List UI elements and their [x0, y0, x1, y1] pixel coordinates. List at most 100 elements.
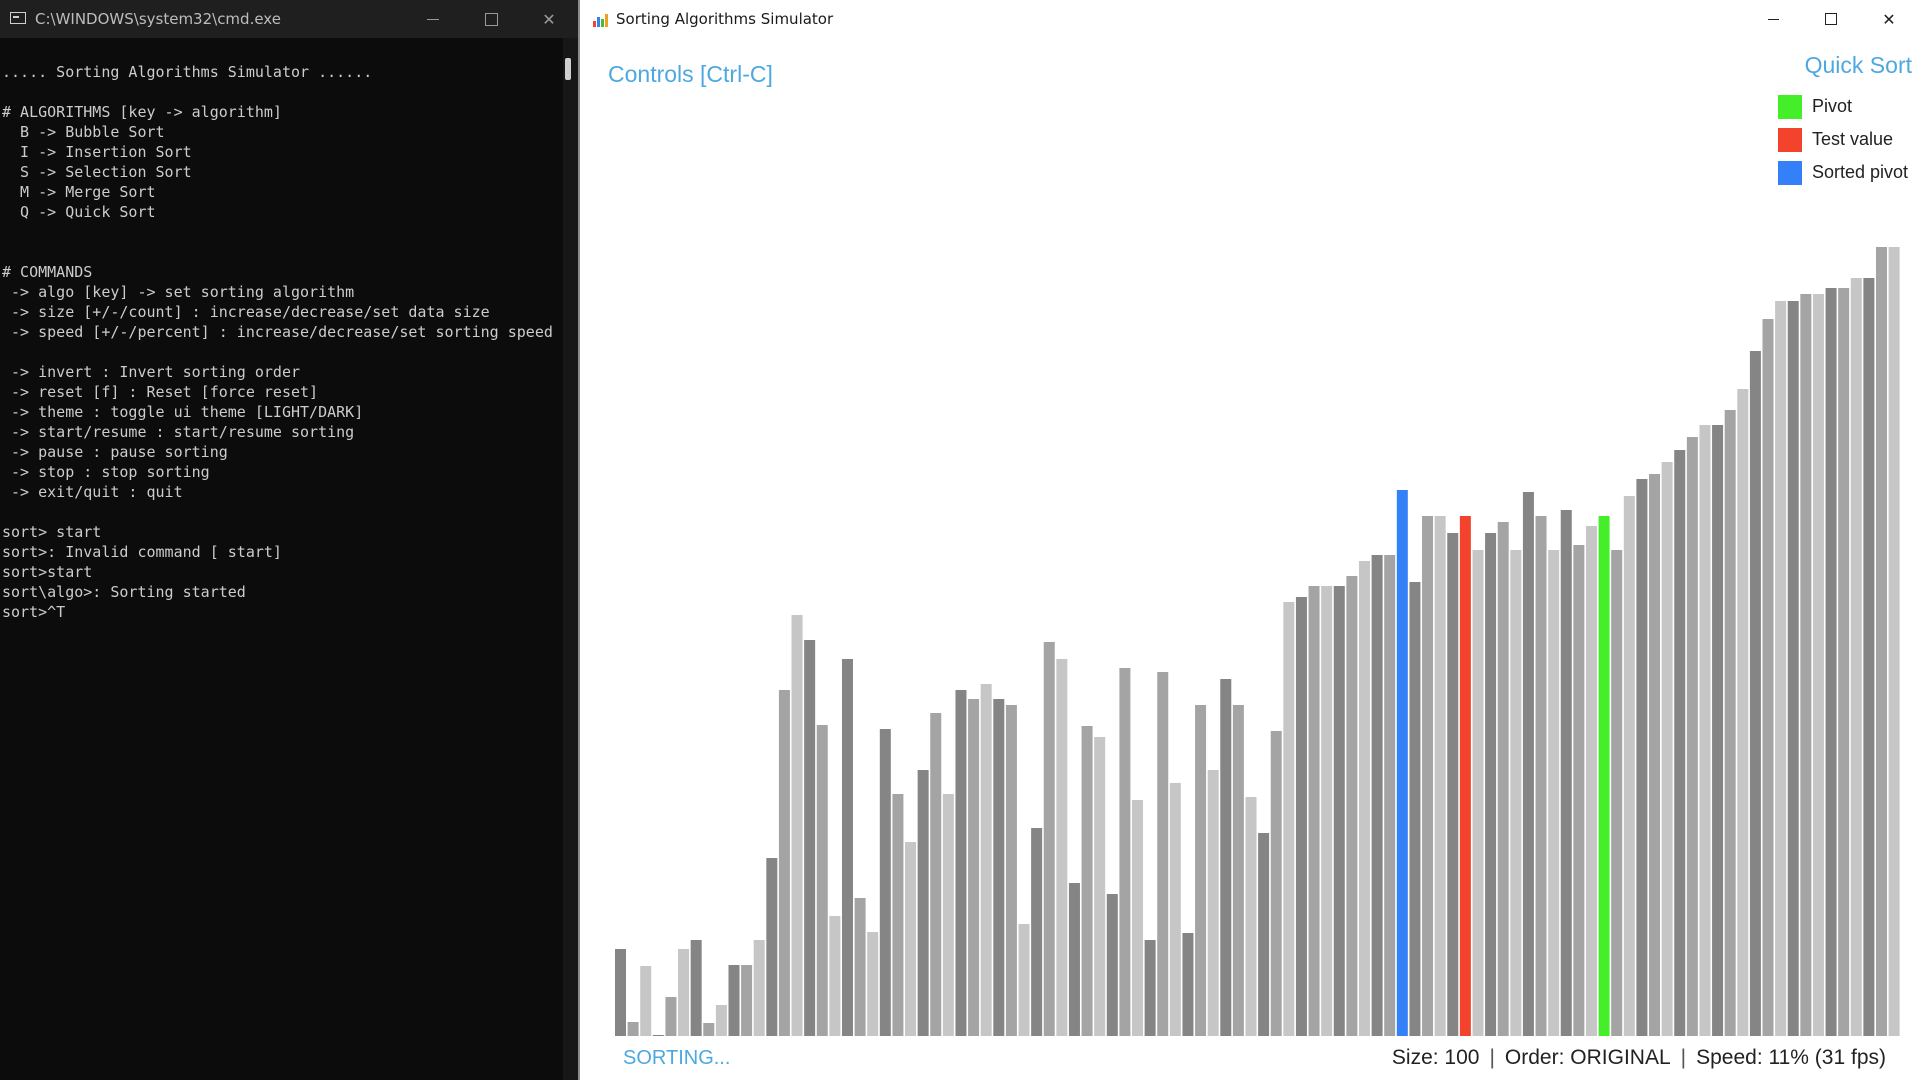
data-bar [1712, 425, 1724, 1036]
data-bar [879, 729, 891, 1036]
data-bar [1031, 828, 1043, 1036]
data-bar [1283, 602, 1295, 1036]
data-bar [678, 949, 690, 1036]
console-line: sort>: Invalid command [ start] [2, 543, 282, 561]
data-bar [1876, 247, 1887, 1036]
data-bar [1169, 783, 1181, 1036]
data-bar [1384, 555, 1396, 1036]
data-bar [1422, 516, 1434, 1036]
console-line: -> stop : stop sorting [2, 463, 210, 481]
console-close-button[interactable]: ✕ [520, 0, 578, 38]
status-separator: | [1680, 1046, 1687, 1069]
controls-link[interactable]: Controls [Ctrl-C] [608, 61, 773, 88]
data-bar [867, 932, 879, 1036]
console-line: S -> Selection Sort [2, 163, 192, 181]
data-bar [1724, 410, 1736, 1036]
data-bar [1485, 533, 1497, 1036]
legend-swatch-test-value [1778, 128, 1802, 152]
data-bar [1157, 672, 1169, 1036]
data-bar [1535, 516, 1547, 1036]
data-bar [980, 684, 992, 1036]
console-line: ..... Sorting Algorithms Simulator .....… [2, 63, 373, 81]
data-bar [1686, 437, 1698, 1036]
console-window[interactable]: C:\WINDOWS\system32\cmd.exe ✕ ..... Sort… [0, 0, 578, 1080]
data-bar [1119, 668, 1131, 1036]
data-bar [690, 940, 702, 1036]
data-bar [1043, 642, 1055, 1036]
data-bar [1548, 550, 1560, 1036]
data-bar [1611, 550, 1623, 1036]
data-bar [1661, 462, 1673, 1036]
console-app-icon [10, 12, 26, 24]
order-info: Order: ORIGINAL [1504, 1046, 1671, 1069]
data-bar [652, 1035, 664, 1036]
data-bar [615, 949, 626, 1036]
console-line: sort\algo>: Sorting started [2, 583, 246, 601]
data-bar [1699, 425, 1711, 1036]
data-bar [1737, 389, 1749, 1036]
data-bar [1409, 582, 1421, 1036]
data-bar [993, 699, 1005, 1036]
data-bar [1346, 576, 1358, 1036]
console-line: -> algo [key] -> set sorting algorithm [2, 283, 355, 301]
data-bar [1560, 510, 1572, 1036]
data-bar [1850, 278, 1862, 1036]
console-minimize-button[interactable] [404, 0, 462, 38]
simulator-window[interactable]: Sorting Algorithms Simulator ✕ Controls … [578, 0, 1920, 1080]
data-bar [627, 1022, 639, 1036]
data-bar [728, 965, 740, 1036]
console-line: -> size [+/-/count] : increase/decrease/… [2, 303, 490, 321]
status-info: Size: 100 | Order: ORIGINAL | Speed: 11% (31… [1392, 1046, 1886, 1070]
data-bar [942, 794, 954, 1036]
console-scrollbar[interactable] [563, 38, 578, 1080]
console-line: -> exit/quit : quit [2, 483, 183, 501]
data-bar [841, 659, 853, 1036]
data-bar [1749, 351, 1761, 1036]
legend-label-pivot: Pivot [1812, 96, 1853, 116]
data-bar [1573, 545, 1585, 1036]
data-bar [1295, 597, 1307, 1036]
console-line: -> pause : pause sorting [2, 443, 228, 461]
legend-swatch-sorted-pivot [1778, 161, 1802, 185]
algorithm-name: Quick Sort [1804, 52, 1912, 78]
data-bar [1220, 679, 1232, 1036]
console-line: sort>^T [2, 603, 66, 621]
data-bar [1510, 550, 1522, 1036]
data-bar [1838, 288, 1850, 1036]
data-bar [665, 997, 677, 1036]
data-bar [1636, 479, 1648, 1036]
data-bar [741, 965, 753, 1036]
data-bar [1182, 933, 1194, 1036]
data-bar [1232, 705, 1244, 1036]
console-title: C:\WINDOWS\system32\cmd.exe [35, 10, 281, 28]
data-bar [1371, 555, 1383, 1036]
console-output[interactable]: ..... Sorting Algorithms Simulator .....… [2, 62, 553, 622]
data-bar [1245, 797, 1257, 1036]
close-icon: ✕ [542, 9, 556, 29]
console-line: I -> Insertion Sort [2, 143, 192, 161]
console-scrollbar-thumb[interactable] [565, 58, 571, 80]
data-bar [1005, 705, 1017, 1036]
data-bar [1674, 450, 1686, 1036]
data-bar [1522, 492, 1534, 1036]
data-bar [1800, 294, 1812, 1036]
data-bar [766, 858, 778, 1036]
data-bar [1434, 516, 1446, 1036]
console-line: -> theme : toggle ui theme [LIGHT/DARK] [2, 403, 364, 421]
console-maximize-button[interactable] [462, 0, 520, 38]
data-bar [1270, 731, 1282, 1036]
data-bar [1459, 516, 1471, 1036]
console-titlebar[interactable]: C:\WINDOWS\system32\cmd.exe ✕ [0, 0, 578, 38]
data-bar [1358, 561, 1370, 1036]
data-bar [1762, 319, 1774, 1036]
maximize-icon [484, 12, 498, 26]
data-bar [1396, 490, 1408, 1036]
data-bar [791, 615, 803, 1036]
data-bar [1447, 533, 1459, 1036]
console-line: -> speed [+/-/percent] : increase/decrea… [2, 323, 553, 341]
console-line: -> start/resume : start/resume sorting [2, 423, 355, 441]
data-bar [1081, 726, 1093, 1036]
console-line: # COMMANDS [2, 263, 93, 281]
